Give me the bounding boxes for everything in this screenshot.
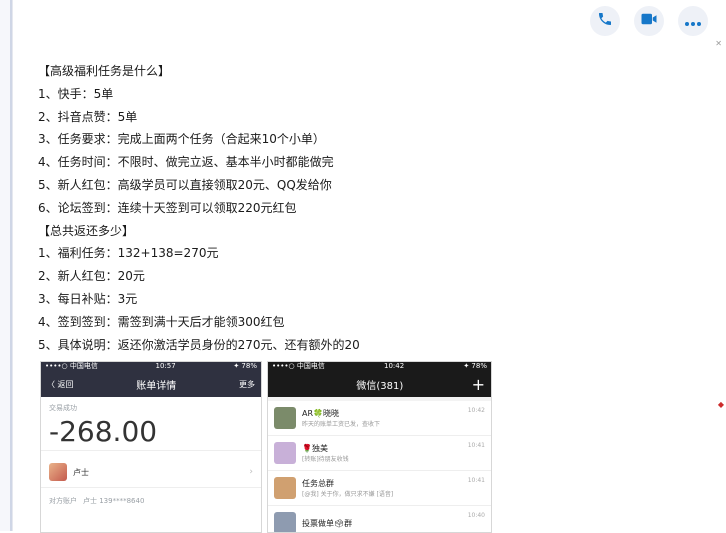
wechat-title: 微信(381) bbox=[356, 380, 404, 392]
status-time: 10:57 bbox=[155, 362, 176, 370]
chat-avatar bbox=[274, 512, 296, 532]
more-options-button[interactable] bbox=[678, 6, 708, 36]
battery-label: ✦ 78% bbox=[463, 362, 487, 370]
message-line: 【总共返还多少】 bbox=[38, 223, 135, 238]
message-line: 6、论坛签到：连续十天签到可以领取220元红包 bbox=[38, 200, 297, 215]
chat-time: 10:41 bbox=[467, 442, 485, 449]
message-line: 1、福利任务：132+138=270元 bbox=[38, 246, 219, 261]
wechat-list-screenshot[interactable]: ••••○ 中国电信 10:42 ✦ 78% 微信(381) + AR🍀晓晓 昨… bbox=[267, 361, 492, 533]
back-button: 〈 返回 bbox=[47, 379, 74, 389]
bill-detail-screenshot[interactable]: ••••○ 中国电信 10:57 ✦ 78% 〈 返回 账单详情 更多 交易成功… bbox=[40, 361, 262, 533]
status-time: 10:42 bbox=[384, 362, 405, 370]
transaction-status: 交易成功 bbox=[49, 404, 77, 412]
chat-avatar bbox=[274, 407, 296, 429]
chat-name: 任务总群 bbox=[302, 479, 334, 488]
chat-list-item: 🌹独美 [转账]待朋友收钱 10:41 bbox=[268, 436, 491, 471]
message-line: 5、新人红包：高级学员可以直接领取20元、QQ发给你 bbox=[38, 177, 332, 192]
message-line: 4、任务时间：不限时、做完立返、基本半小时都能做完 bbox=[38, 155, 334, 170]
message-line: 3、每日补贴：3元 bbox=[38, 291, 138, 306]
expand-icon[interactable]: ✕ bbox=[715, 39, 722, 48]
phone-status-bar: ••••○ 中国电信 10:57 ✦ 78% bbox=[41, 362, 261, 371]
message-line: 【高级福利任务是什么】 bbox=[38, 64, 171, 78]
chat-time: 10:40 bbox=[467, 512, 485, 519]
message-line: 2、新人红包：20元 bbox=[38, 269, 145, 284]
video-camera-icon bbox=[640, 11, 658, 31]
more-icon bbox=[685, 12, 701, 31]
account-label: 对方账户 bbox=[49, 497, 77, 505]
chat-time: 10:42 bbox=[467, 407, 485, 414]
bill-amount: -268.00 bbox=[49, 415, 158, 448]
bill-title: 账单详情 bbox=[136, 380, 177, 392]
chat-last-message: [@我] 关于你，做只求不嫌 [语音] bbox=[302, 491, 394, 498]
chat-last-message: 昨天的账单工资已发，查收下 bbox=[302, 421, 381, 428]
carrier-label: ••••○ 中国电信 bbox=[45, 362, 98, 370]
message-line: 4、签到签到：需签到满十天后才能领300红包 bbox=[38, 314, 285, 329]
chat-list-item: 任务总群 [@我] 关于你，做只求不嫌 [语音] 10:41 bbox=[268, 471, 491, 506]
video-call-button[interactable] bbox=[634, 6, 664, 36]
chat-name: 🌹独美 bbox=[302, 444, 328, 453]
message-text-block: 【高级福利任务是什么】 1、快手：5单 2、抖音点赞：5单 3、任务要求：完成上… bbox=[38, 60, 508, 356]
phone-status-bar: ••••○ 中国电信 10:42 ✦ 78% bbox=[268, 362, 491, 371]
chat-avatar bbox=[274, 477, 296, 499]
wechat-nav-bar: 微信(381) + bbox=[268, 371, 491, 397]
bill-nav-bar: 〈 返回 账单详情 更多 bbox=[41, 371, 261, 397]
message-line: 2、抖音点赞：5单 bbox=[38, 109, 138, 124]
phone-icon bbox=[597, 11, 613, 31]
chat-action-bar bbox=[590, 6, 708, 36]
message-line: 1、快手：5单 bbox=[38, 86, 114, 101]
chat-time: 10:41 bbox=[467, 477, 485, 484]
add-icon: + bbox=[471, 374, 485, 394]
chat-list-item: 投票做单🗳群 10:40 bbox=[268, 506, 491, 532]
chevron-right-icon: › bbox=[249, 467, 253, 477]
more-link: 更多 bbox=[238, 379, 255, 389]
payee-name: 卢士 bbox=[73, 467, 89, 477]
message-line: 3、任务要求：完成上面两个任务（合起来10个小单） bbox=[38, 132, 325, 147]
side-marker-icon: ◆ bbox=[717, 400, 724, 409]
payee-avatar bbox=[49, 463, 67, 481]
account-value: 卢士 139****8640 bbox=[83, 497, 145, 505]
chat-avatar bbox=[274, 442, 296, 464]
carrier-label: ••••○ 中国电信 bbox=[272, 362, 325, 370]
chat-list-item: AR🍀晓晓 昨天的账单工资已发，查收下 10:42 bbox=[268, 401, 491, 436]
chat-name: AR🍀晓晓 bbox=[302, 409, 339, 418]
battery-label: ✦ 78% bbox=[233, 362, 257, 370]
chat-last-message: [转账]待朋友收钱 bbox=[302, 456, 349, 463]
voice-call-button[interactable] bbox=[590, 6, 620, 36]
chat-name: 投票做单🗳群 bbox=[302, 518, 353, 528]
message-line: 5、具体说明：返还你激活学员身份的270元、还有额外的20 bbox=[38, 337, 360, 352]
left-window-edge bbox=[0, 0, 13, 531]
